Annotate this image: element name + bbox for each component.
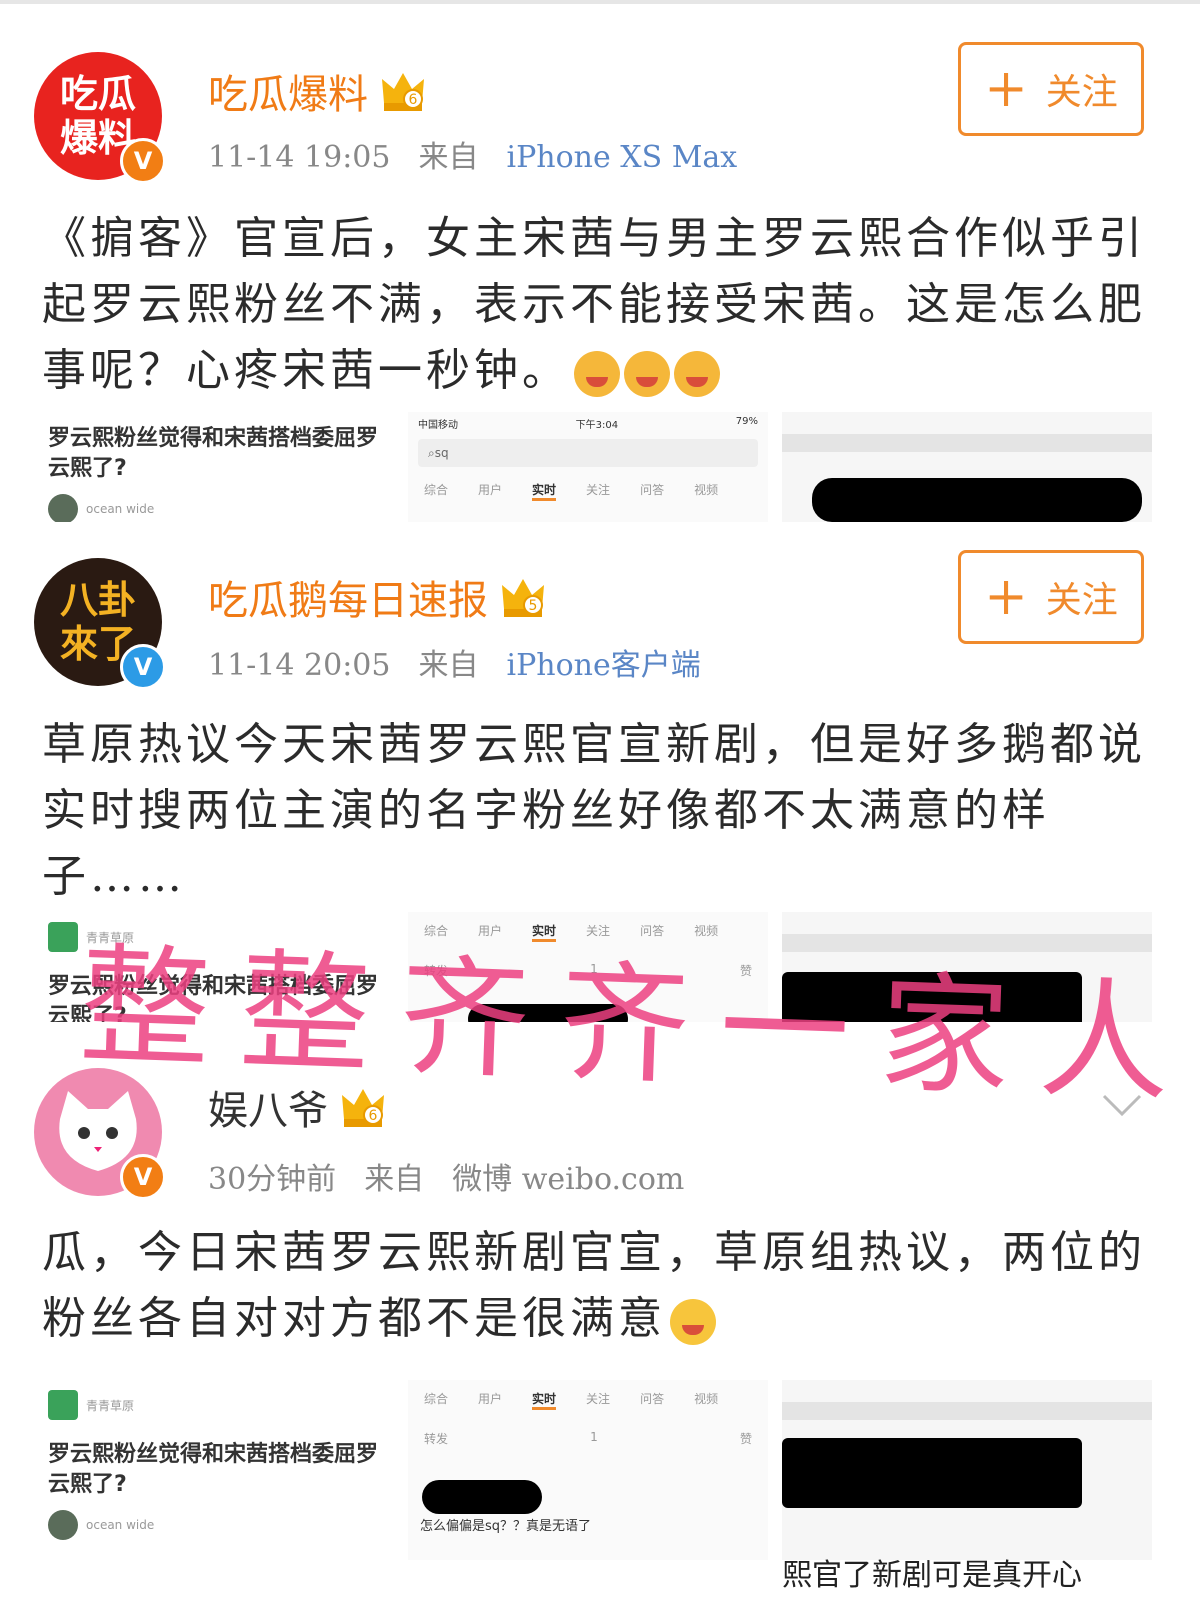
drooling-emoji-icon	[674, 350, 720, 397]
from-label: 来自	[364, 1162, 425, 1197]
drooling-emoji-icon	[574, 350, 620, 397]
thumb-title: 罗云熙粉丝觉得和宋茜搭档委屈罗云熙了?	[48, 426, 379, 481]
post-source[interactable]: 微博 weibo.com	[452, 1154, 684, 1198]
phone-status-bar: 中国移动 下午3:04 79%	[418, 416, 758, 431]
search-tabs: 综合 用户 实时 关注 问答 视频	[408, 471, 768, 511]
from-label: 来自	[418, 140, 479, 175]
action-bar: 转发 1 赞	[424, 1430, 752, 1446]
top-divider	[0, 0, 1200, 4]
image-grid: 青青草原 罗云熙粉丝觉得和宋茜搭档委屈罗云熙了? ocean wide 综合 用户…	[42, 1380, 1152, 1560]
post-time: 11-14 19:05	[208, 140, 391, 175]
follow-button[interactable]: + 关注	[958, 42, 1144, 136]
plus-icon: +	[984, 567, 1028, 627]
thumb-username: 青青草原	[86, 1398, 135, 1413]
post-source[interactable]: iPhone XS Max	[506, 140, 737, 175]
follow-button[interactable]: + 关注	[958, 550, 1144, 644]
image-grid: 罗云熙粉丝觉得和宋茜搭档委屈罗云熙了? ocean wide 中国移动 下午3:0…	[42, 412, 1152, 522]
post-text: 瓜，今日宋茜罗云熙新剧官宣，草原组热议，两位的粉丝各自对对方都不是很满意	[42, 1227, 1146, 1345]
author-name[interactable]: 吃瓜鹅每日速报	[208, 568, 488, 626]
search-tabs: 综合 用户 实时 关注 问答 视频	[408, 1380, 768, 1420]
follow-label: 关注	[1045, 580, 1118, 621]
search-input: ⌕ sq	[418, 439, 758, 467]
image-thumbnail-2[interactable]: 综合 用户 实时 关注 问答 视频 转发 1 赞 怎么偏偏是sq？？真是无语了	[408, 1380, 768, 1560]
vip-crown-icon: 6	[382, 73, 424, 111]
verified-badge-icon: V	[120, 1154, 166, 1200]
thumb-username: ocean wide	[86, 502, 155, 516]
post-text: 《掮客》官宣后，女主宋茜与男主罗云熙合作似乎引起罗云熙粉丝不满，表示不能接受宋茜…	[42, 213, 1146, 397]
image-thumbnail-1[interactable]: 罗云熙粉丝觉得和宋茜搭档委屈罗云熙了? ocean wide	[42, 412, 382, 522]
comment-text: 怎么偏偏是sq？？真是无语了	[420, 1519, 592, 1534]
thumb-caption: 熙官了新剧可是真开心	[782, 1558, 1082, 1593]
avatar[interactable]: 吃瓜 爆料 V	[34, 52, 166, 184]
follow-label: 关注	[1045, 72, 1118, 113]
svg-text:6: 6	[369, 1108, 378, 1124]
avatar[interactable]: 八卦 來了 V	[34, 558, 166, 690]
thumb-line	[782, 434, 1152, 452]
handwritten-watermark: 整整齐齐一家人	[77, 929, 1200, 1121]
laugh-cry-emoji-icon	[670, 1298, 716, 1345]
thumb-title: 罗云熙粉丝觉得和宋茜搭档委屈罗云熙了?	[48, 1442, 379, 1497]
user-avatar-icon	[48, 1510, 78, 1540]
verified-badge-icon: V	[120, 138, 166, 184]
redaction-mark	[782, 1438, 1082, 1508]
thumb-line	[782, 1402, 1152, 1420]
post-text: 草原热议今天宋茜罗云熙官宣新剧，但是好多鹅都说实时搜两位主演的名字粉丝好像都不太…	[42, 719, 1146, 902]
user-avatar-icon	[48, 494, 78, 522]
svg-text:5: 5	[529, 598, 538, 614]
plus-icon: +	[984, 59, 1028, 119]
vip-crown-icon: 5	[502, 579, 544, 617]
from-label: 来自	[418, 648, 479, 683]
redaction-mark	[812, 478, 1142, 522]
post-source[interactable]: iPhone客户端	[506, 640, 700, 684]
thumb-username-2: ocean wide	[86, 1518, 155, 1532]
redaction-mark	[422, 1480, 542, 1514]
user-avatar-icon	[48, 922, 78, 952]
image-thumbnail-2[interactable]: 中国移动 下午3:04 79% ⌕ sq 综合 用户 实时 关注 问答 视频	[408, 412, 768, 522]
image-thumbnail-3[interactable]	[782, 1380, 1152, 1560]
verified-badge-icon: V	[120, 644, 166, 690]
post-time: 30分钟前	[208, 1162, 337, 1197]
image-thumbnail-1[interactable]: 青青草原 罗云熙粉丝觉得和宋茜搭档委屈罗云熙了? ocean wide	[42, 1380, 382, 1560]
author-name[interactable]: 吃瓜爆料	[208, 62, 368, 120]
post-time: 11-14 20:05	[208, 648, 391, 683]
user-avatar-icon	[48, 1390, 78, 1420]
image-thumbnail-3[interactable]	[782, 412, 1152, 522]
drooling-emoji-icon	[624, 350, 670, 397]
svg-text:6: 6	[409, 92, 418, 108]
